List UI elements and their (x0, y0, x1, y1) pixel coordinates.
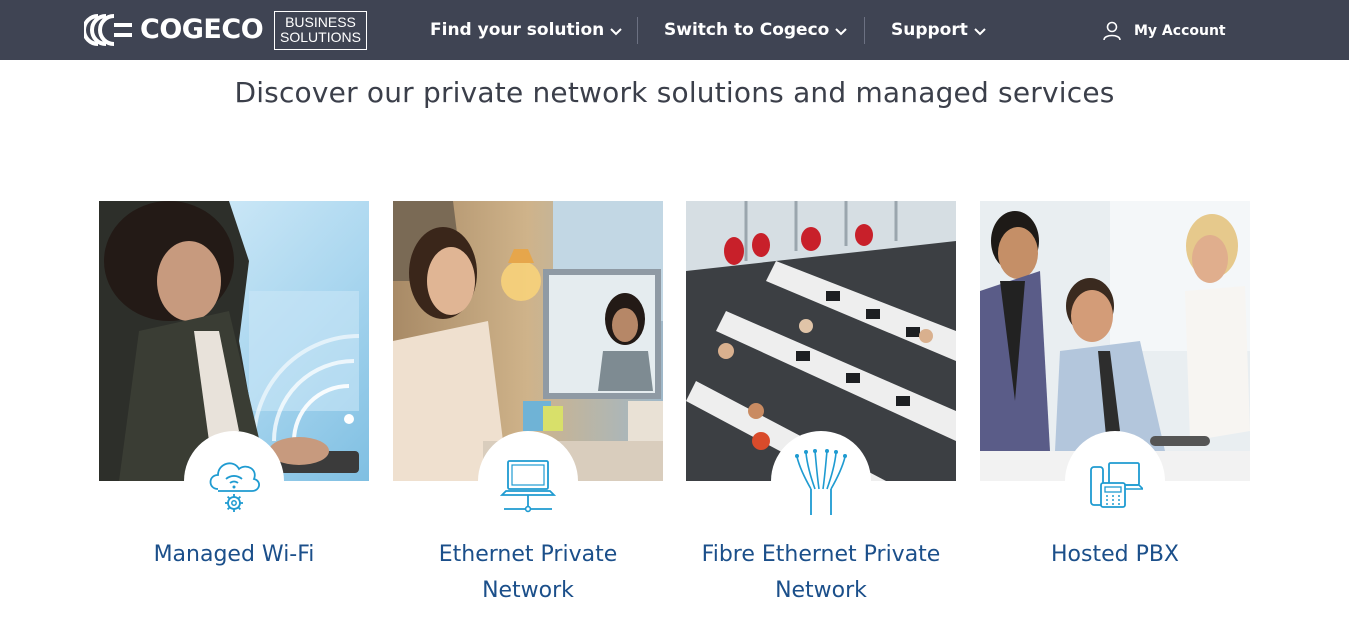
sub-brand-line-1: BUSINESS (285, 14, 356, 30)
fibre-optic-icon (795, 449, 847, 515)
nav-label: Support (891, 20, 968, 40)
nav-support[interactable]: Support (891, 18, 986, 42)
user-icon (1103, 21, 1121, 41)
laptop-network-icon (500, 460, 556, 513)
card-label: Managed Wi-Fi (153, 542, 315, 567)
top-navigation-bar: COGECO BUSINESS SOLUTIONS Find your solu… (0, 0, 1349, 60)
card-label: Ethernet Private Network (438, 542, 618, 603)
card-icon-badge (478, 431, 578, 531)
card-icon-badge (1065, 431, 1165, 531)
chevron-down-icon (610, 27, 622, 35)
business-solutions-badge[interactable]: BUSINESS SOLUTIONS (274, 11, 367, 50)
page-title: Discover our private network solutions a… (234, 76, 1115, 109)
card-fibre-ethernet-private-network[interactable]: Fibre Ethernet Private Network (686, 201, 956, 621)
sub-brand-line-2: SOLUTIONS (280, 29, 361, 45)
nav-divider (637, 17, 638, 44)
nav-switch-to-cogeco[interactable]: Switch to Cogeco (664, 18, 848, 42)
card-icon-badge (184, 431, 284, 531)
nav-label: Switch to Cogeco (664, 20, 830, 40)
card-label: Hosted PBX (1050, 542, 1179, 567)
card-managed-wifi[interactable]: Managed Wi-Fi (99, 201, 369, 621)
card-icon-badge (771, 431, 871, 531)
card-ethernet-private-network[interactable]: Ethernet Private Network (393, 201, 663, 621)
cloud-wifi-gear-icon (209, 462, 260, 512)
brand-name: COGECO (140, 14, 264, 45)
cogeco-logo-mark-icon (84, 14, 132, 46)
my-account-label: My Account (1134, 23, 1226, 39)
nav-label: Find your solution (430, 20, 605, 40)
card-hosted-pbx[interactable]: Hosted PBX (980, 201, 1250, 621)
my-account-link[interactable]: My Account (1102, 19, 1226, 43)
nav-find-your-solution[interactable]: Find your solution (430, 18, 622, 42)
chevron-down-icon (835, 27, 848, 35)
cogeco-logo[interactable]: COGECO (84, 12, 264, 48)
nav-divider (864, 17, 865, 44)
chevron-down-icon (974, 27, 986, 35)
phone-system-icon (1090, 462, 1143, 508)
card-label: Fibre Ethernet Private Network (701, 542, 941, 603)
